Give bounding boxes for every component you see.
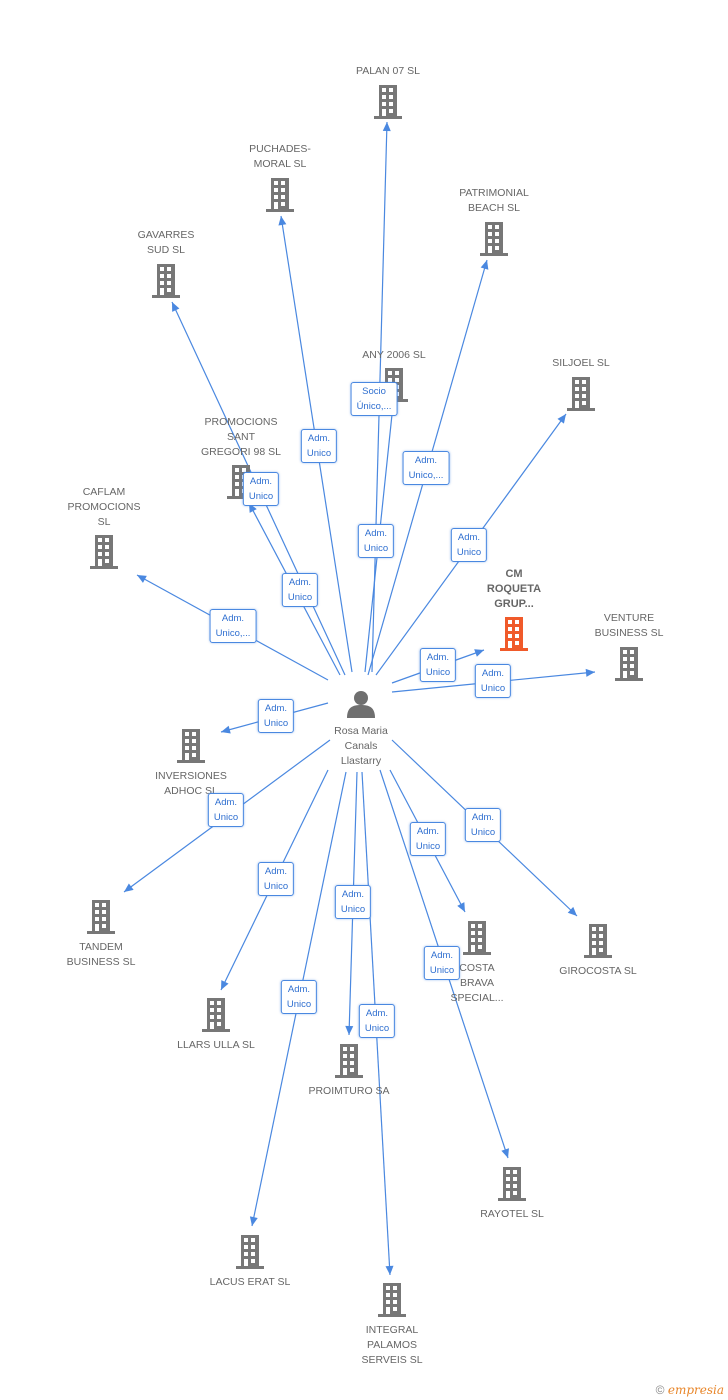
company-label-girocosta-sl[interactable]: GIROCOSTA SL [538,964,658,979]
building-icon[interactable] [152,264,180,298]
role-badge[interactable]: Adm. Unico [357,524,395,558]
arrow-head-icon [278,216,287,226]
role-badge[interactable]: Adm. Unico [300,429,338,463]
building-icon[interactable] [498,1167,526,1201]
arrow-head-icon [385,1265,394,1275]
footer: © empresia [656,1383,724,1397]
company-label-llars-ulla-sl[interactable]: LLARS ULLA SL [156,1038,276,1053]
company-label-patrimonial-beach-sl[interactable]: PATRIMONIAL BEACH SL [434,186,554,216]
brand-logo[interactable]: empresia [668,1383,724,1397]
company-label-integral-palamos-serveis-sl[interactable]: INTEGRAL PALAMOS SERVEIS SL [332,1323,452,1368]
role-badge[interactable]: Adm. Unico [207,793,245,827]
copyright: © [655,1383,665,1397]
company-label-puchades-moral-sl[interactable]: PUCHADES- MORAL SL [220,142,340,172]
role-badge[interactable]: Adm. Unico [464,808,502,842]
role-badge[interactable]: Adm. Unico [474,664,512,698]
arrow-head-icon [474,649,484,657]
role-badge[interactable]: Adm. Unico [281,573,319,607]
arrow-head-icon [124,883,134,892]
role-badge[interactable]: Adm. Unico,... [209,609,257,643]
company-label-any-2006-sl[interactable]: ANY 2006 SL [334,348,454,363]
company-label-lacus-erat-sl[interactable]: LACUS ERAT SL [190,1275,310,1290]
company-label-promocions-sant-gregori-98-sl[interactable]: PROMOCIONS SANT GREGORI 98 SL [181,415,301,460]
company-label-proimturo-sa[interactable]: PROIMTURO SA [289,1084,409,1099]
arrow-head-icon [249,1216,258,1226]
company-label-palan-07-sl[interactable]: PALAN 07 SL [328,64,448,79]
role-badge[interactable]: Adm. Unico [334,885,372,919]
building-icon[interactable] [463,921,491,955]
building-icon[interactable] [567,377,595,411]
role-badge[interactable]: Adm. Unico [419,648,457,682]
company-label-caflam-promocions-sl[interactable]: CAFLAM PROMOCIONS SL [44,485,164,530]
role-badge[interactable]: Adm. Unico [358,1004,396,1038]
role-badge[interactable]: Adm. Unico,... [402,451,450,485]
company-label-siljoel-sl[interactable]: SILJOEL SL [521,356,641,371]
company-label-gavarres-sud-sl[interactable]: GAVARRES SUD SL [106,228,226,258]
arrow-head-icon [480,260,489,270]
role-badge[interactable]: Socio Único,... [350,382,398,416]
building-icon[interactable] [615,647,643,681]
building-icon[interactable] [266,178,294,212]
building-icon[interactable] [335,1044,363,1078]
company-label-venture-business-sl[interactable]: VENTURE BUSINESS SL [569,611,689,641]
arrow-head-icon [501,1148,509,1158]
role-badge[interactable]: Adm. Unico [450,528,488,562]
building-icon[interactable] [177,729,205,763]
building-icon[interactable] [584,924,612,958]
company-label-cm-roqueta-grup[interactable]: CM ROQUETA GRUP... [454,567,574,612]
building-icon[interactable] [374,85,402,119]
arrow-head-icon [585,668,595,677]
building-icon[interactable] [500,617,528,651]
company-label-tandem-business-sl[interactable]: TANDEM BUSINESS SL [41,940,161,970]
edges-layer [87,85,643,1317]
arrow-head-icon [557,414,566,424]
building-icon[interactable] [90,535,118,569]
role-badge[interactable]: Adm. Unico [257,699,295,733]
person-icon[interactable] [347,691,375,718]
arrow-head-icon [221,725,231,734]
company-label-rayotel-sl[interactable]: RAYOTEL SL [452,1207,572,1222]
network-diagram: PALAN 07 SL PUCHADES- MORAL SL PATRIMONIAL… [0,0,728,1400]
person-name[interactable]: Rosa Maria Canals Llastarry [301,724,421,769]
role-badge[interactable]: Adm. Unico [280,980,318,1014]
arrow-head-icon [345,1025,354,1035]
building-icon[interactable] [202,998,230,1032]
building-icon[interactable] [480,222,508,256]
role-badge[interactable]: Adm. Unico [242,472,280,506]
role-badge[interactable]: Adm. Unico [257,862,295,896]
arrow-head-icon [382,122,391,132]
building-icon[interactable] [236,1235,264,1269]
role-badge[interactable]: Adm. Unico [423,946,461,980]
building-icon[interactable] [87,900,115,934]
building-icon[interactable] [378,1283,406,1317]
role-badge[interactable]: Adm. Unico [409,822,447,856]
